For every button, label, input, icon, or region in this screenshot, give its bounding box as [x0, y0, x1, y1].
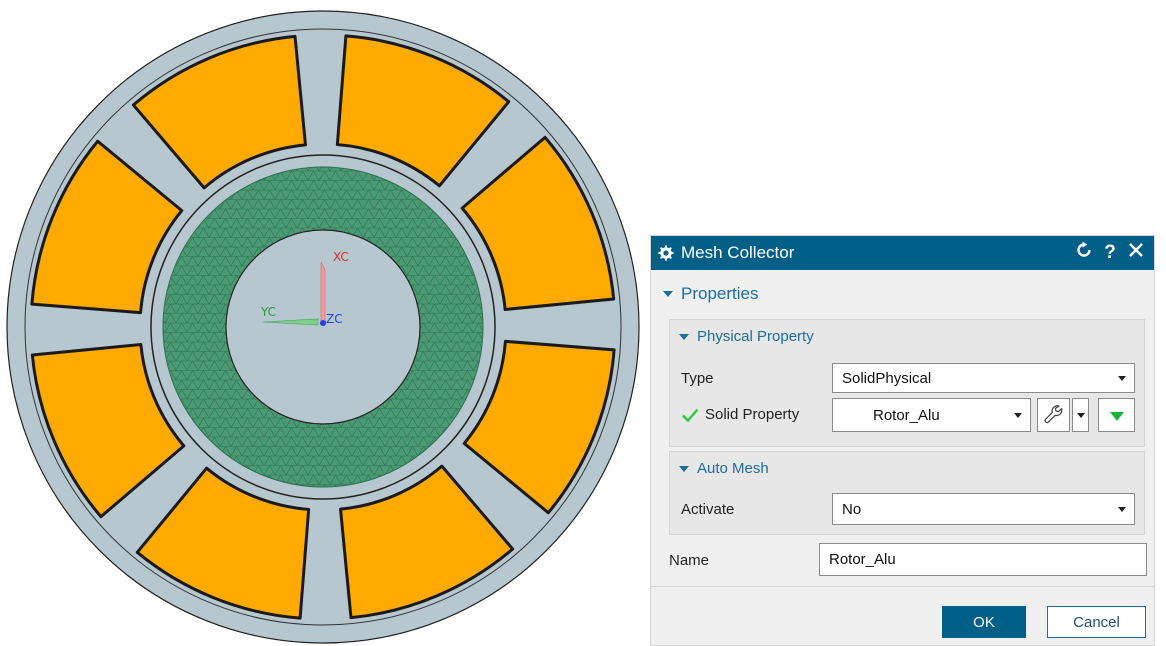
- reset-icon[interactable]: [1072, 241, 1096, 265]
- wrench-icon: [1044, 405, 1063, 424]
- xc-axis: [320, 261, 326, 323]
- chevron-down-icon: [679, 333, 689, 340]
- gear-icon: [658, 245, 674, 261]
- solid-property-select[interactable]: Rotor_Alu: [832, 398, 1031, 432]
- triangle-down-icon: [1110, 412, 1124, 421]
- mesh-collector-dialog: Mesh Collector ? Properties Physical Pro…: [650, 235, 1155, 646]
- rotor-model[interactable]: XC YC ZC: [0, 0, 646, 646]
- zc-axis-label: ZC: [326, 312, 343, 326]
- solid-property-value: Rotor_Alu: [873, 406, 940, 424]
- name-input[interactable]: Rotor_Alu: [819, 543, 1147, 576]
- expand-property-button[interactable]: [1098, 398, 1135, 432]
- type-select[interactable]: SolidPhysical: [832, 363, 1135, 393]
- physical-property-group: Physical Property Type SolidPhysical Sol…: [669, 319, 1145, 447]
- activate-value: No: [842, 500, 862, 518]
- chevron-down-icon: [1118, 376, 1126, 381]
- property-options-dropdown[interactable]: [1072, 398, 1089, 432]
- shaft-hole: [225, 229, 421, 425]
- name-label: Name: [669, 552, 710, 569]
- auto-mesh-label: Auto Mesh: [697, 460, 769, 477]
- type-value: SolidPhysical: [842, 369, 932, 387]
- cad-viewport[interactable]: XC YC ZC: [0, 0, 646, 646]
- footer-divider: [651, 586, 1154, 587]
- check-icon: [682, 408, 699, 423]
- solid-property-label: Solid Property: [705, 406, 800, 423]
- chevron-down-icon: [679, 465, 689, 472]
- properties-section-toggle[interactable]: Properties: [663, 284, 758, 304]
- chevron-down-icon: [663, 291, 673, 297]
- cancel-button[interactable]: Cancel: [1047, 606, 1146, 638]
- properties-label: Properties: [681, 284, 759, 303]
- physical-property-label: Physical Property: [697, 328, 814, 345]
- name-value: Rotor_Alu: [829, 551, 896, 568]
- type-label: Type: [681, 370, 714, 387]
- help-icon[interactable]: ?: [1098, 242, 1122, 264]
- chevron-down-icon: [1118, 507, 1126, 512]
- chevron-down-icon: [1077, 413, 1085, 418]
- edit-property-button[interactable]: [1037, 398, 1070, 432]
- cancel-label: Cancel: [1073, 613, 1120, 631]
- auto-mesh-toggle[interactable]: Auto Mesh: [679, 460, 769, 477]
- chevron-down-icon: [1014, 413, 1022, 418]
- activate-select[interactable]: No: [832, 493, 1135, 525]
- yc-axis-label: YC: [260, 305, 276, 319]
- dialog-titlebar[interactable]: Mesh Collector ?: [651, 236, 1154, 270]
- dialog-title: Mesh Collector: [681, 243, 795, 262]
- close-icon[interactable]: [1124, 242, 1148, 264]
- physical-property-toggle[interactable]: Physical Property: [679, 328, 814, 345]
- xc-axis-label: XC: [333, 250, 349, 264]
- activate-label: Activate: [681, 501, 735, 518]
- ok-button[interactable]: OK: [942, 606, 1026, 638]
- ok-label: OK: [973, 613, 995, 631]
- auto-mesh-group: Auto Mesh Activate No: [669, 451, 1145, 535]
